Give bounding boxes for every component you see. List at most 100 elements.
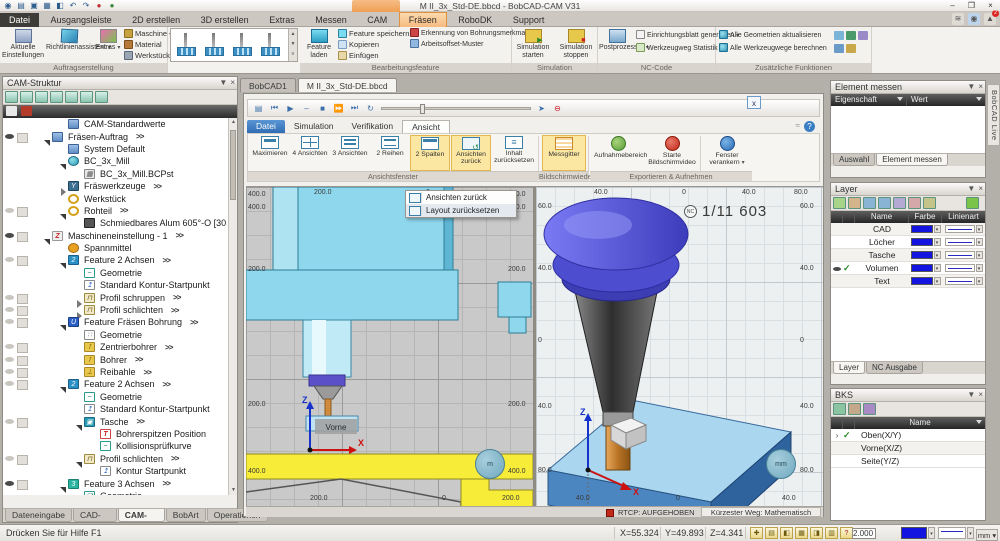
tab-extras[interactable]: Extras bbox=[260, 13, 304, 28]
close-icon[interactable]: × bbox=[978, 390, 983, 399]
import-icon[interactable] bbox=[834, 31, 844, 40]
color-dropdown[interactable]: ▾ bbox=[934, 264, 941, 272]
sim-tab-verifikation[interactable]: Verifikation bbox=[343, 120, 403, 133]
tab-3d-erstellen[interactable]: 3D erstellen bbox=[192, 13, 258, 28]
save-icon[interactable]: ▣ bbox=[29, 1, 39, 10]
drei-ansichten-button[interactable]: 3 Ansichten bbox=[330, 135, 370, 171]
tool-icon[interactable] bbox=[203, 32, 225, 58]
tree-item[interactable]: Schmiedbares Alum 605°-O [30 HB] bbox=[3, 217, 228, 229]
color-dropdown[interactable]: ▾ bbox=[934, 277, 941, 285]
color-dropdown[interactable]: ▾ bbox=[928, 527, 935, 539]
report-icon[interactable]: ▤ bbox=[253, 104, 264, 113]
eye-icon[interactable] bbox=[5, 381, 14, 386]
gallery-scroll[interactable]: ▲▼≡ bbox=[288, 29, 297, 61]
tab-robodk[interactable]: RoboDK bbox=[449, 13, 501, 28]
restore-button[interactable]: ❐ bbox=[962, 0, 981, 11]
post-column-icon[interactable] bbox=[21, 106, 32, 116]
current-color-swatch[interactable] bbox=[901, 527, 927, 539]
view-icon[interactable]: ◉ bbox=[968, 13, 980, 25]
tree-item[interactable]: 3Feature 3 Achsen>> bbox=[3, 477, 228, 489]
tree-item[interactable]: ⊓Profil schlichten>> bbox=[3, 304, 228, 316]
tree-item[interactable]: Rohteil>> bbox=[3, 205, 228, 217]
minimize-button[interactable]: – bbox=[943, 0, 962, 11]
export-icon[interactable] bbox=[846, 31, 856, 40]
tree-item[interactable]: Spannmittel bbox=[3, 242, 228, 254]
eye-icon[interactable] bbox=[5, 208, 14, 213]
inhalt-zuruecksetzen-button[interactable]: Inhalt zurücksetzen bbox=[492, 135, 536, 171]
layer-delete-icon[interactable] bbox=[848, 197, 861, 209]
ortho-icon[interactable]: ◧ bbox=[780, 527, 793, 539]
layer-refresh-icon[interactable] bbox=[966, 197, 979, 209]
app-icon[interactable]: ◉ bbox=[3, 1, 13, 10]
tree-item[interactable]: ↥Standard Kontur-Startpunkt bbox=[3, 279, 228, 291]
fast-forward-icon[interactable]: ⏩ bbox=[333, 104, 344, 113]
record-icon[interactable]: ⊖ bbox=[552, 104, 563, 113]
close-icon[interactable]: × bbox=[230, 78, 235, 87]
tree-item[interactable]: ~Kollisionsprüfkurve bbox=[3, 440, 228, 452]
layer-home-icon[interactable] bbox=[893, 197, 906, 209]
bks-edit-icon[interactable] bbox=[848, 403, 861, 415]
help-icon[interactable]: ? bbox=[804, 121, 815, 132]
linestyle-preview[interactable] bbox=[945, 277, 975, 285]
simulation-slider[interactable] bbox=[381, 107, 531, 110]
edit-column-icon[interactable] bbox=[6, 106, 17, 116]
loop-icon[interactable]: ↻ bbox=[365, 104, 376, 113]
richtlinienassistent-button[interactable]: Richtlinienassistent bbox=[46, 28, 92, 62]
stop-icon[interactable]: ■ bbox=[317, 104, 328, 113]
tree-item[interactable]: TBohrerspitzen Position bbox=[3, 428, 228, 440]
cam-tool-icon[interactable] bbox=[20, 91, 33, 103]
einfuegen-button[interactable]: Einfügen bbox=[338, 50, 379, 61]
tree-scrollbar[interactable]: ▲ ▼ bbox=[228, 118, 237, 495]
color-swatch[interactable] bbox=[911, 277, 933, 285]
maximieren-button[interactable]: Maximieren bbox=[250, 135, 290, 171]
kopieren-button[interactable]: Kopieren bbox=[338, 39, 379, 50]
sim-tab-simulation[interactable]: Simulation bbox=[285, 120, 343, 133]
tab-ausgangsleiste[interactable]: Ausgangsleiste bbox=[42, 13, 121, 28]
tab-bobart[interactable]: BobArt bbox=[166, 509, 206, 522]
sim-close-button[interactable]: x bbox=[747, 96, 761, 109]
play-icon[interactable]: ▶ bbox=[285, 104, 296, 113]
layers-icon[interactable]: ▦ bbox=[795, 527, 808, 539]
linestyle-dropdown[interactable]: ▾ bbox=[976, 264, 983, 272]
tree-item[interactable]: ZMaschineneinstellung - 1>> bbox=[3, 230, 228, 242]
tree-item[interactable]: Werkstück bbox=[3, 192, 228, 204]
simulation-stoppen-button[interactable]: Simulation stoppen bbox=[555, 28, 597, 62]
pointer-icon[interactable]: ➤ bbox=[536, 104, 547, 113]
filter-icon[interactable] bbox=[897, 97, 903, 101]
tab-cam[interactable]: CAM bbox=[358, 13, 396, 28]
bks-row[interactable]: Vorne(X/Z) bbox=[831, 442, 985, 455]
save-state-icon[interactable]: ▥ bbox=[825, 527, 838, 539]
pin-icon[interactable]: ▼ bbox=[967, 82, 975, 91]
eye-icon[interactable] bbox=[5, 419, 14, 424]
filter-icon[interactable] bbox=[976, 420, 982, 424]
tree-item[interactable]: YFräswerkzeuge>> bbox=[3, 180, 228, 192]
eye-icon[interactable] bbox=[5, 319, 14, 324]
layer-row[interactable]: Text▾▾ bbox=[831, 275, 985, 288]
web-globe-icon[interactable]: ● bbox=[107, 1, 117, 10]
scroll-down-icon[interactable]: ▼ bbox=[229, 486, 238, 495]
tab-auswahl[interactable]: Auswahl bbox=[833, 154, 875, 166]
tree-item[interactable]: ⊺Zentrierbohrer>> bbox=[3, 341, 228, 353]
layer-color-icon[interactable] bbox=[908, 197, 921, 209]
cam-tool-icon[interactable] bbox=[5, 91, 18, 103]
fenster-verankern-button[interactable]: Fenster verankern bbox=[704, 135, 750, 171]
linestyle-preview[interactable] bbox=[945, 225, 975, 233]
tree-item[interactable]: ⊓Profil schruppen>> bbox=[3, 291, 228, 303]
help-globe-icon[interactable]: ● bbox=[94, 1, 104, 10]
bks-row-active[interactable]: ›Oben(X/Y) bbox=[831, 429, 985, 442]
close-icon[interactable]: × bbox=[978, 184, 983, 193]
save-all-icon[interactable]: ▦ bbox=[42, 1, 52, 10]
linestyle-preview[interactable] bbox=[945, 238, 975, 246]
cam-tool-icon[interactable] bbox=[80, 91, 93, 103]
close-icon[interactable]: × bbox=[978, 82, 983, 91]
units-dropdown[interactable]: mm ▾ bbox=[976, 529, 998, 541]
extras-button[interactable]: Extras bbox=[94, 28, 122, 62]
tab-support[interactable]: Support bbox=[504, 13, 554, 28]
tab-messen[interactable]: Messen bbox=[306, 13, 356, 28]
current-linestyle[interactable] bbox=[938, 527, 966, 539]
pause-icon[interactable]: – bbox=[301, 104, 312, 113]
snap-icon[interactable]: ✚ bbox=[750, 527, 763, 539]
color-swatch[interactable] bbox=[911, 238, 933, 246]
tree-item[interactable]: ~Geometrie bbox=[3, 267, 228, 279]
doc-tab-active[interactable]: M II_3x_Std-DE.bbcd bbox=[298, 78, 397, 92]
